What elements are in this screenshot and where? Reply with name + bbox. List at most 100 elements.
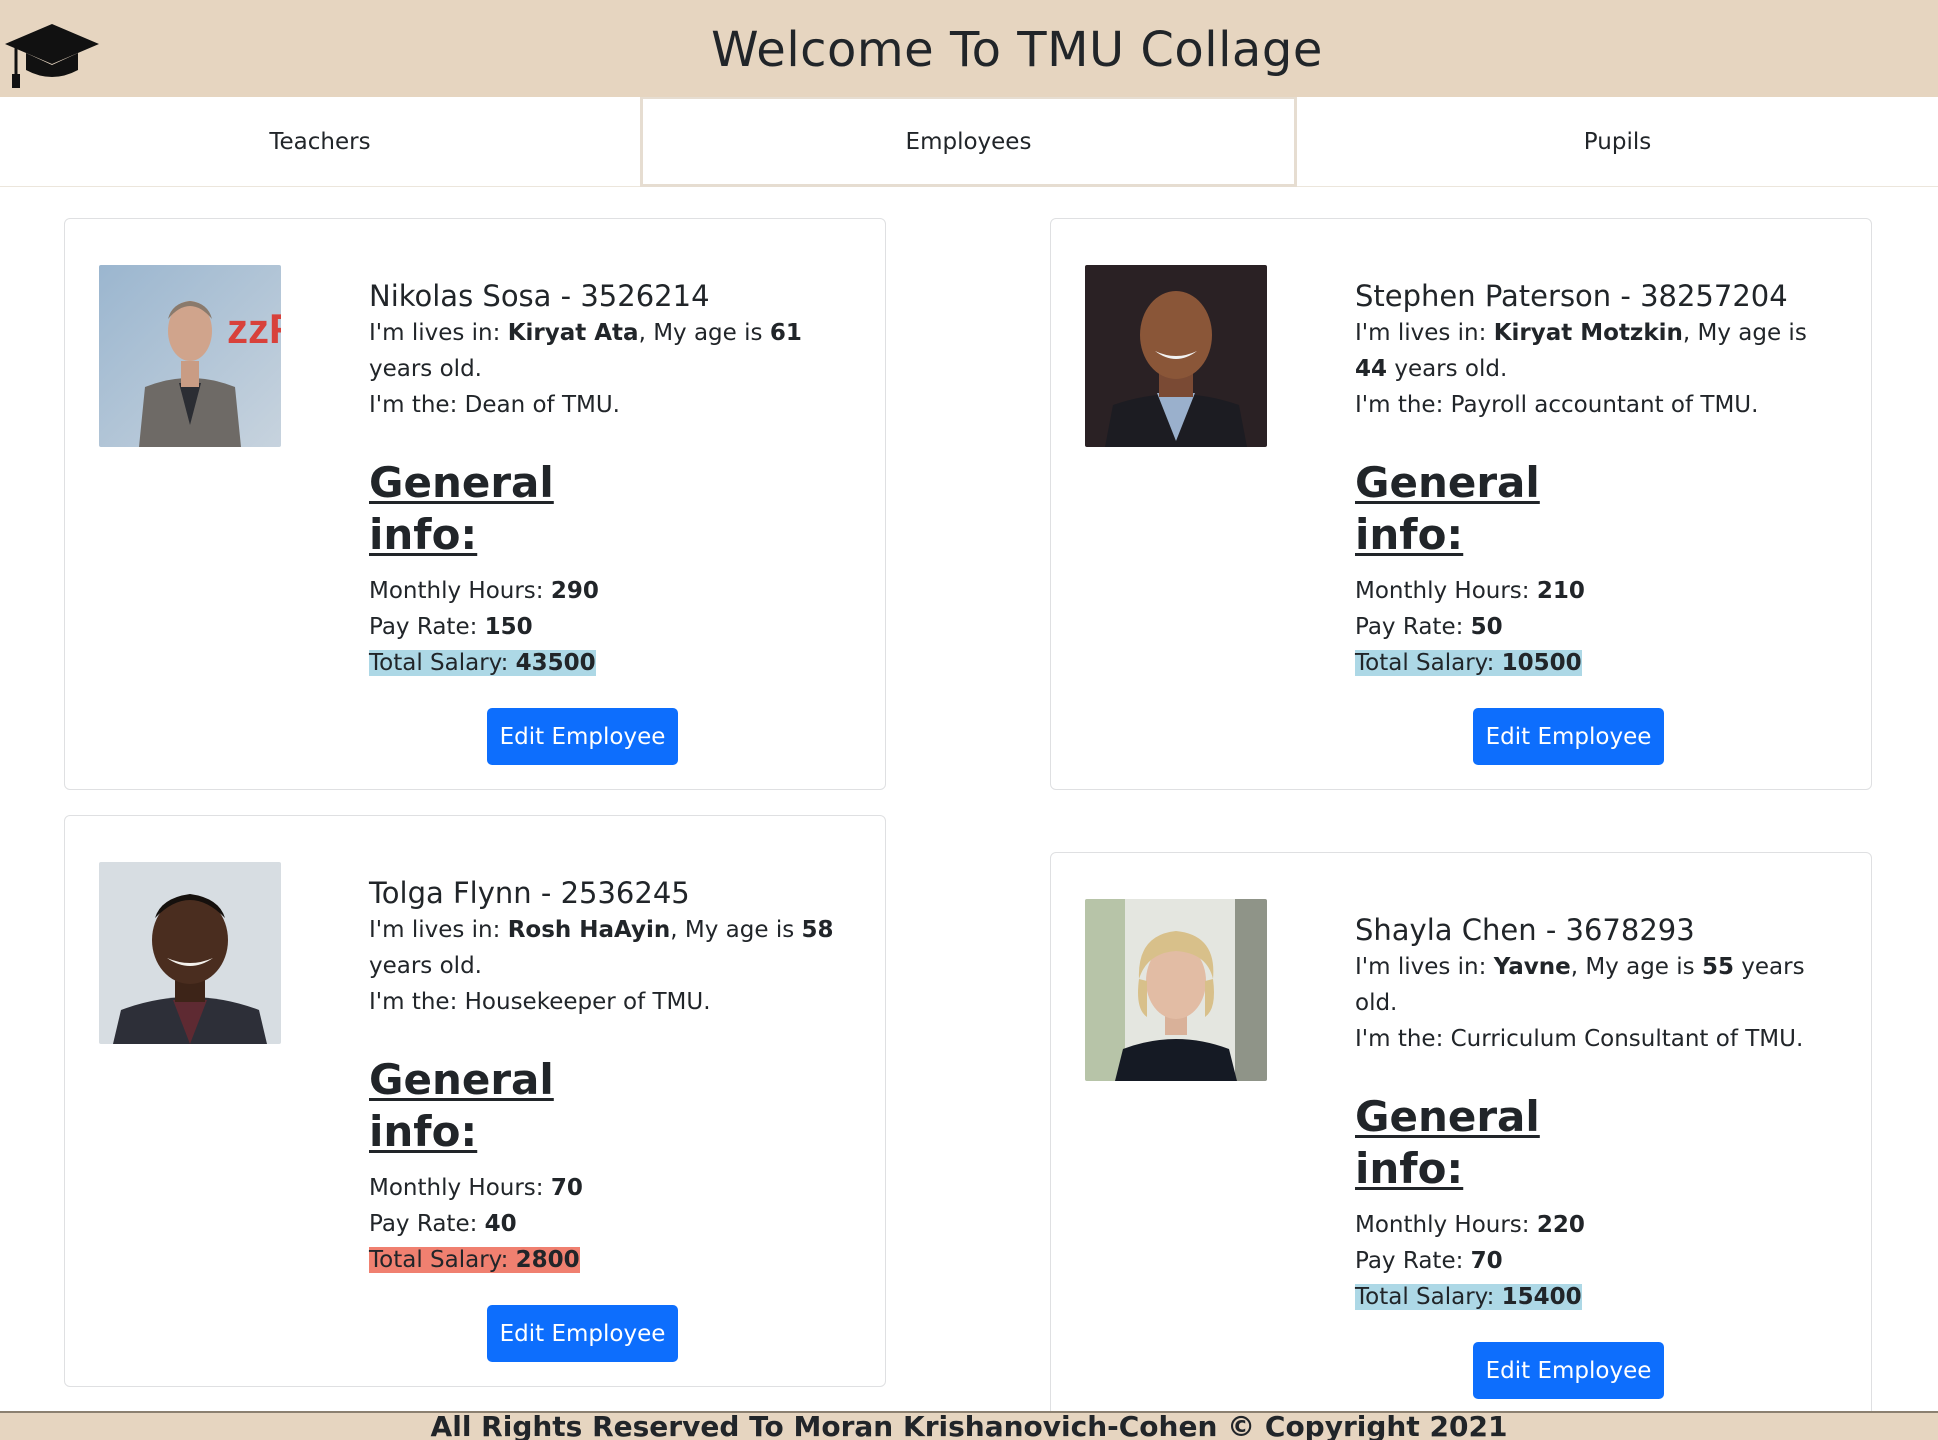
age-label: , My age is: [1682, 320, 1807, 346]
monthly-hours: Monthly Hours: 70: [369, 1170, 839, 1206]
employee-name: Stephen Paterson: [1355, 279, 1612, 313]
hours-label: Monthly Hours:: [1355, 578, 1537, 604]
lives-label: I'm lives in:: [369, 320, 508, 346]
employee-location-age: I'm lives in: Kiryat Ata, My age is 61 y…: [369, 315, 839, 387]
rate-label: Pay Rate:: [1355, 614, 1471, 640]
employee-photo: [99, 862, 281, 1044]
employee-age: 61: [769, 320, 802, 346]
age-label: , My age is: [670, 917, 802, 943]
age-label: , My age is: [638, 320, 770, 346]
total-salary: Total Salary: 10500: [1355, 645, 1825, 681]
hours-value: 210: [1536, 578, 1585, 604]
copyright-text: All Rights Reserved To Moran Krishanovic…: [430, 1411, 1508, 1440]
employee-name-line: Shayla Chen - 3678293: [1355, 913, 1695, 947]
monthly-hours: Monthly Hours: 220: [1355, 1207, 1825, 1243]
age-suffix: years old.: [369, 356, 482, 382]
salary-label: Total Salary:: [369, 650, 516, 676]
age-suffix: years old.: [1387, 356, 1508, 382]
total-salary: Total Salary: 43500: [369, 645, 839, 681]
hours-value: 220: [1536, 1212, 1585, 1238]
employee-card: Shayla Chen - 3678293 I'm lives in: Yavn…: [1050, 852, 1872, 1424]
general-info-heading: General info:: [1355, 458, 1540, 559]
employee-role: I'm the: Dean of TMU.: [369, 392, 620, 418]
employee-role: I'm the: Payroll accountant of TMU.: [1355, 392, 1759, 418]
employee-photo: [1085, 265, 1267, 447]
rate-value: 50: [1470, 614, 1503, 640]
monthly-hours: Monthly Hours: 290: [369, 573, 839, 609]
pay-rate: Pay Rate: 150: [369, 609, 839, 645]
rate-label: Pay Rate:: [1355, 1248, 1471, 1274]
salary-label: Total Salary:: [1355, 1284, 1502, 1310]
rate-label: Pay Rate:: [369, 1211, 485, 1237]
edit-employee-button[interactable]: Edit Employee: [1473, 708, 1664, 765]
main-tabs: Teachers Employees Pupils: [0, 97, 1938, 187]
employee-name: Tolga Flynn: [369, 876, 532, 910]
salary-value: 10500: [1501, 650, 1582, 676]
salary-label: Total Salary:: [369, 1247, 516, 1273]
salary-value: 43500: [515, 650, 596, 676]
site-header: Welcome To TMU Collage: [0, 0, 1938, 97]
pay-rate: Pay Rate: 40: [369, 1206, 839, 1242]
rate-value: 70: [1470, 1248, 1503, 1274]
employee-name-line: Tolga Flynn - 2536245: [369, 876, 690, 910]
lives-label: I'm lives in:: [1355, 320, 1494, 346]
site-footer: All Rights Reserved To Moran Krishanovic…: [0, 1411, 1938, 1440]
pay-rate: Pay Rate: 50: [1355, 609, 1825, 645]
salary-highlight: Total Salary: 10500: [1355, 650, 1582, 676]
monthly-hours: Monthly Hours: 210: [1355, 573, 1825, 609]
rate-value: 150: [484, 614, 533, 640]
employee-role: I'm the: Curriculum Consultant of TMU.: [1355, 1026, 1804, 1052]
employee-id: 3526214: [580, 279, 710, 313]
tab-employees[interactable]: Employees: [640, 97, 1297, 187]
employee-role: I'm the: Housekeeper of TMU.: [369, 989, 711, 1015]
rate-label: Pay Rate:: [369, 614, 485, 640]
hours-label: Monthly Hours:: [1355, 1212, 1537, 1238]
salary-highlight: Total Salary: 43500: [369, 650, 596, 676]
employee-card: Tolga Flynn - 2536245 I'm lives in: Rosh…: [64, 815, 886, 1387]
edit-employee-button[interactable]: Edit Employee: [1473, 1342, 1664, 1399]
employee-name: Nikolas Sosa: [369, 279, 552, 313]
salary-highlight: Total Salary: 15400: [1355, 1284, 1582, 1310]
employee-id: 2536245: [560, 876, 690, 910]
employee-location-age: I'm lives in: Yavne, My age is 55 years …: [1355, 949, 1825, 1021]
employee-photo: zzFe: [99, 265, 281, 447]
salary-value: 15400: [1501, 1284, 1582, 1310]
general-info-heading: General info:: [369, 1055, 554, 1156]
employee-city: Yavne: [1493, 954, 1571, 980]
svg-text:zzFe: zzFe: [227, 305, 281, 352]
hours-value: 70: [550, 1175, 583, 1201]
edit-employee-button[interactable]: Edit Employee: [487, 708, 678, 765]
salary-highlight: Total Salary: 2800: [369, 1247, 580, 1273]
employee-card: zzFe Nikolas Sosa - 3526214 I'm lives in…: [64, 218, 886, 790]
hours-label: Monthly Hours:: [369, 1175, 551, 1201]
general-info-heading: General info:: [1355, 1092, 1540, 1193]
employee-name-line: Stephen Paterson - 38257204: [1355, 279, 1788, 313]
tab-teachers[interactable]: Teachers: [0, 97, 640, 187]
salary-label: Total Salary:: [1355, 650, 1502, 676]
employee-name-line: Nikolas Sosa - 3526214: [369, 279, 710, 313]
pay-rate: Pay Rate: 70: [1355, 1243, 1825, 1279]
page-title: Welcome To TMU Collage: [711, 22, 1323, 78]
salary-value: 2800: [515, 1247, 580, 1273]
hours-value: 290: [550, 578, 599, 604]
employee-card: Stephen Paterson - 38257204 I'm lives in…: [1050, 218, 1872, 790]
lives-label: I'm lives in:: [369, 917, 508, 943]
employee-age: 55: [1701, 954, 1734, 980]
employee-city: Kiryat Ata: [507, 320, 639, 346]
employee-photo: [1085, 899, 1267, 1081]
employee-name: Shayla Chen: [1355, 913, 1537, 947]
edit-employee-button[interactable]: Edit Employee: [487, 1305, 678, 1362]
tab-pupils[interactable]: Pupils: [1297, 97, 1938, 187]
hours-label: Monthly Hours:: [369, 578, 551, 604]
lives-label: I'm lives in:: [1355, 954, 1494, 980]
total-salary: Total Salary: 15400: [1355, 1279, 1825, 1315]
employee-city: Rosh HaAyin: [507, 917, 671, 943]
general-info-heading: General info:: [369, 458, 554, 559]
employee-id: 38257204: [1640, 279, 1788, 313]
rate-value: 40: [484, 1211, 517, 1237]
age-label: , My age is: [1570, 954, 1702, 980]
employee-location-age: I'm lives in: Kiryat Motzkin, My age is …: [1355, 315, 1825, 387]
age-suffix: years old.: [369, 953, 482, 979]
total-salary: Total Salary: 2800: [369, 1242, 839, 1278]
employee-age: 58: [801, 917, 834, 943]
